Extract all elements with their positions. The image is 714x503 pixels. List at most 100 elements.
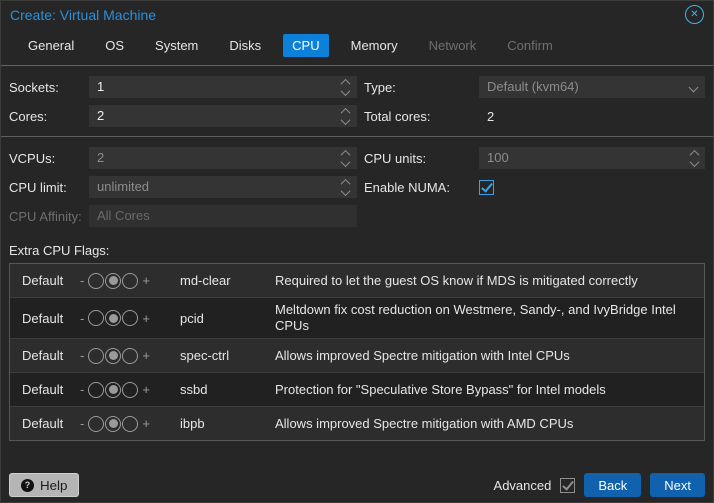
cores-spinner[interactable] [339, 105, 353, 127]
cpu-affinity-value: All Cores [97, 208, 150, 223]
slider-on-dot[interactable] [122, 381, 139, 398]
cores-input[interactable]: 2 [89, 105, 357, 127]
tab-cpu[interactable]: CPU [283, 34, 329, 57]
enable-numa-checkbox[interactable] [478, 179, 494, 195]
cpu-units-spinner[interactable] [687, 147, 701, 169]
slider-off-dot[interactable] [88, 310, 105, 326]
minus-icon[interactable]: - [78, 416, 86, 431]
plus-icon[interactable]: + [140, 311, 152, 326]
create-vm-dialog: Create: Virtual Machine ✕ General OS Sys… [0, 0, 714, 503]
flag-description: Allows improved Spectre mitigation with … [275, 415, 574, 431]
table-row: Default - + ibpb Allows improved Spectre… [10, 407, 704, 440]
tab-bar: General OS System Disks CPU Memory Netwo… [1, 28, 713, 66]
vcpus-spinner[interactable] [339, 147, 353, 169]
help-button[interactable]: ? Help [9, 473, 80, 497]
slider-on-dot[interactable] [122, 415, 139, 432]
dialog-footer: ? Help Advanced Back Next [1, 468, 713, 502]
flag-name: ibpb [180, 416, 205, 431]
spinner-down-icon[interactable] [341, 114, 351, 125]
slider-on-dot[interactable] [122, 272, 139, 289]
tab-memory[interactable]: Memory [342, 34, 407, 57]
next-button[interactable]: Next [650, 473, 705, 497]
spinner-down-icon[interactable] [341, 156, 351, 167]
advanced-label: Advanced [493, 477, 552, 493]
slider-off-dot[interactable] [88, 347, 105, 364]
slider-default-dot[interactable] [105, 310, 122, 326]
flag-description: Meltdown fix cost reduction on Westmere,… [275, 302, 676, 333]
minus-icon[interactable]: - [78, 311, 86, 326]
flag-name: md-clear [180, 273, 231, 288]
cores-value: 2 [97, 108, 105, 123]
spinner-down-icon[interactable] [341, 185, 351, 196]
flag-tristate-slider[interactable]: - + [78, 381, 180, 398]
vcpus-value: 2 [97, 150, 105, 165]
tab-disks[interactable]: Disks [220, 34, 270, 57]
cpu-limit-spinner[interactable] [339, 176, 353, 198]
total-cores-value: 2 [486, 108, 495, 124]
dialog-title: Create: Virtual Machine [10, 6, 157, 23]
table-row: Default - + spec-ctrl Allows improved Sp… [10, 339, 704, 373]
total-cores-label: Total cores: [363, 108, 431, 124]
cpu-type-value: Default (kvm64) [486, 79, 579, 94]
plus-icon[interactable]: + [140, 273, 152, 288]
vcpus-input[interactable]: 2 [89, 147, 357, 169]
chevron-down-icon[interactable] [688, 82, 699, 93]
flag-tristate-slider[interactable]: - + [78, 272, 180, 289]
back-button[interactable]: Back [584, 473, 642, 497]
flag-tristate-slider[interactable]: - + [78, 310, 180, 326]
slider-default-dot[interactable] [105, 347, 122, 364]
spinner-down-icon[interactable] [341, 85, 351, 96]
check-icon [562, 477, 575, 491]
plus-icon[interactable]: + [140, 416, 152, 431]
flag-description: Required to let the guest OS know if MDS… [275, 272, 638, 288]
minus-icon[interactable]: - [78, 348, 86, 363]
slider-off-dot[interactable] [88, 415, 105, 432]
cpu-affinity-input: All Cores [89, 205, 357, 227]
table-row: Default - + ssbd Protection for "Specula… [10, 373, 704, 407]
cpu-units-input[interactable]: 100 [478, 147, 705, 169]
sockets-spinner[interactable] [339, 76, 353, 98]
slider-default-dot[interactable] [105, 272, 122, 289]
sockets-value: 1 [97, 79, 105, 94]
sockets-label: Sockets: [9, 79, 59, 95]
close-icon[interactable]: ✕ [685, 5, 704, 24]
extra-cpu-flags-label: Extra CPU Flags: [9, 243, 110, 258]
flag-name: ssbd [180, 382, 208, 397]
plus-icon[interactable]: + [140, 348, 152, 363]
question-icon: ? [21, 478, 34, 492]
check-icon [481, 179, 493, 193]
flag-tristate-slider[interactable]: - + [78, 347, 180, 364]
tab-general[interactable]: General [19, 34, 83, 57]
advanced-checkbox[interactable] [560, 477, 576, 493]
slider-default-dot[interactable] [105, 381, 122, 398]
type-label: Type: [363, 79, 396, 95]
cpu-flags-table: Default - + md-clear Required to let the… [9, 263, 705, 441]
flag-description: Allows improved Spectre mitigation with … [275, 347, 570, 363]
slider-on-dot[interactable] [122, 310, 139, 326]
table-row: Default - + md-clear Required to let the… [10, 264, 704, 298]
slider-on-dot[interactable] [122, 347, 139, 364]
plus-icon[interactable]: + [140, 382, 152, 397]
sockets-input[interactable]: 1 [89, 76, 357, 98]
minus-icon[interactable]: - [78, 273, 86, 288]
flag-name: pcid [180, 310, 204, 326]
vcpus-label: VCPUs: [9, 150, 56, 166]
flag-tristate-slider[interactable]: - + [78, 415, 180, 432]
slider-off-dot[interactable] [88, 381, 105, 398]
slider-default-dot[interactable] [105, 415, 122, 432]
help-label: Help [40, 477, 68, 493]
cpu-affinity-label: CPU Affinity: [9, 208, 82, 224]
slider-off-dot[interactable] [88, 272, 105, 289]
spinner-down-icon[interactable] [689, 156, 699, 167]
section-divider [1, 136, 713, 137]
cores-label: Cores: [9, 108, 48, 124]
flag-state: Default [22, 310, 64, 326]
cpu-type-combobox[interactable]: Default (kvm64) [478, 76, 705, 98]
flag-state: Default [22, 416, 64, 431]
minus-icon[interactable]: - [78, 382, 86, 397]
cpu-limit-input[interactable]: unlimited [89, 176, 357, 198]
tab-system[interactable]: System [146, 34, 207, 57]
table-row: Default - + pcid Meltdown fix cost reduc… [10, 298, 704, 339]
cpu-limit-value: unlimited [97, 179, 150, 194]
tab-os[interactable]: OS [96, 34, 133, 57]
